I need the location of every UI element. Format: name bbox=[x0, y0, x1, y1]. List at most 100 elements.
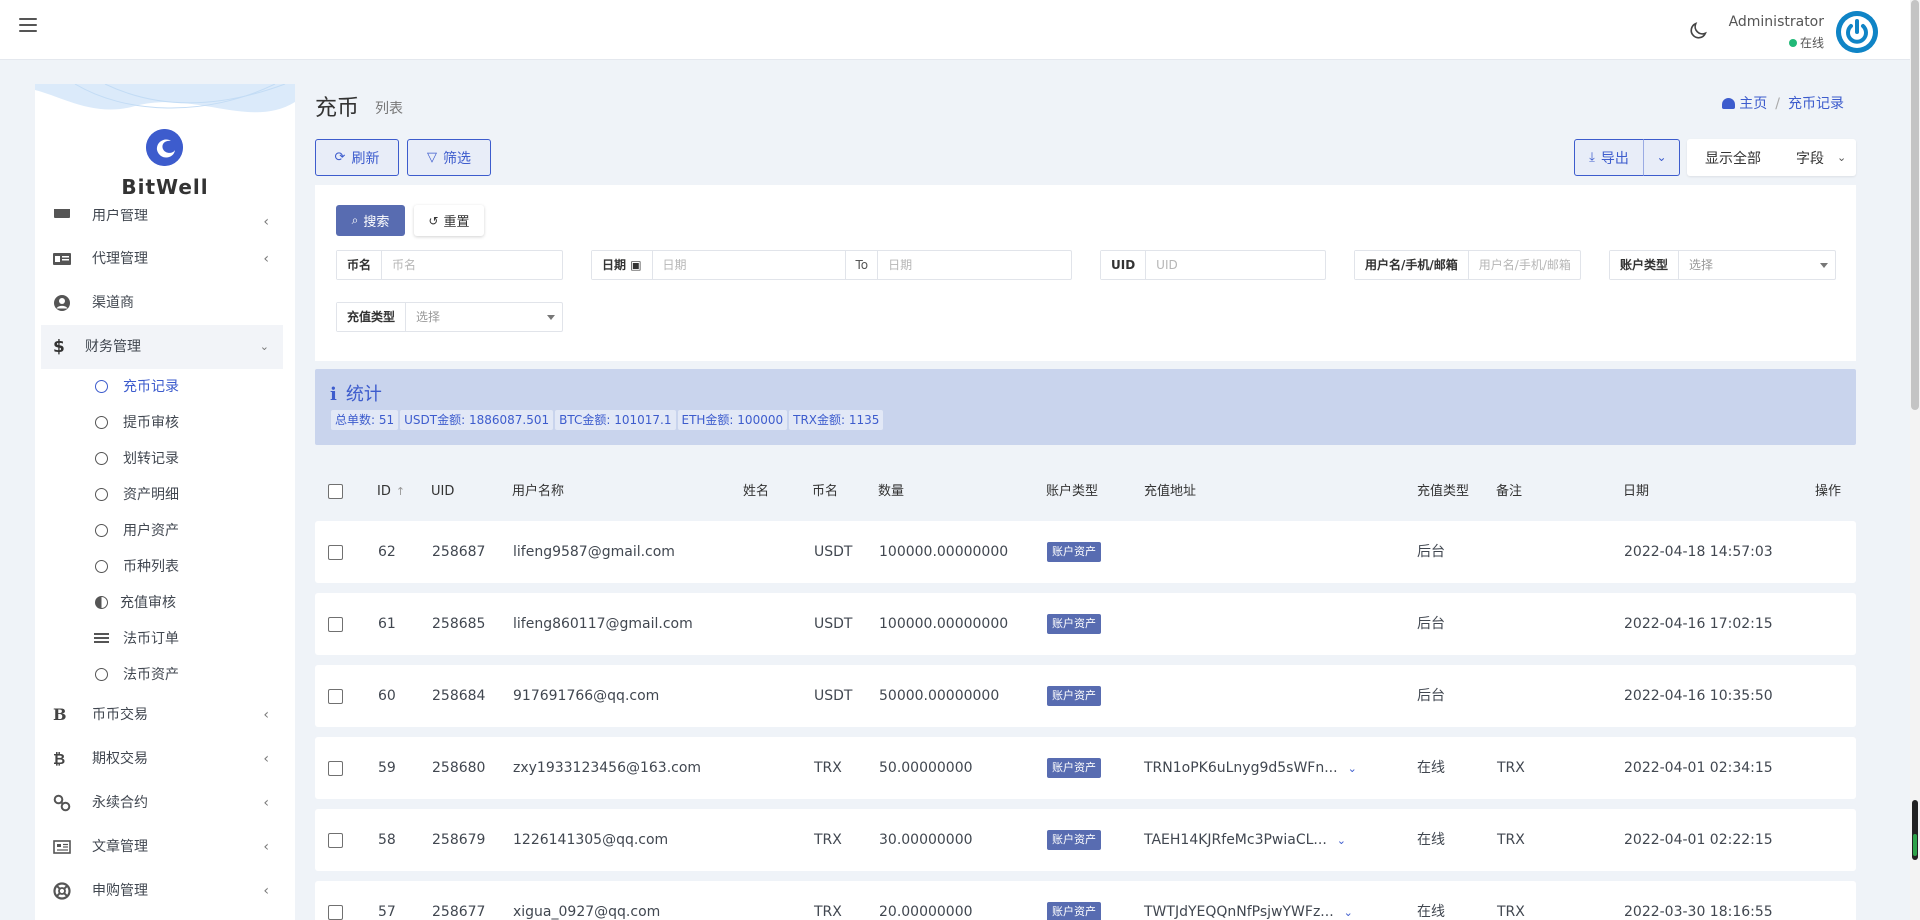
search-icon: ⌕ bbox=[351, 213, 359, 227]
sidebar-subitem-coin-list[interactable]: 币种列表 bbox=[41, 549, 283, 585]
account-type-badge: 账户资产 bbox=[1047, 614, 1101, 634]
cell-username: xigua_0927@qq.com bbox=[513, 904, 661, 920]
cell-account-type: 账户资产 bbox=[1047, 737, 1101, 799]
circle-icon bbox=[95, 524, 108, 537]
chevron-left-icon: ‹ bbox=[263, 707, 269, 723]
column-selector[interactable]: 显示全部 字段 ⌄ bbox=[1687, 139, 1856, 176]
avatar[interactable] bbox=[1836, 11, 1878, 53]
stat-eth-amount: ETH金额: 100000 bbox=[677, 410, 788, 430]
column-header-account-type: 账户类型 bbox=[1046, 484, 1099, 499]
newspaper-icon bbox=[53, 840, 71, 854]
cell-coin: USDT bbox=[814, 616, 853, 632]
sidebar-subitem-user-assets[interactable]: 用户资产 bbox=[41, 513, 283, 549]
expand-icon[interactable]: ⌄ bbox=[1344, 906, 1353, 919]
circle-icon bbox=[95, 668, 108, 681]
sidebar-subitem-asset-details[interactable]: 资产明细 bbox=[41, 477, 283, 513]
account-type-select[interactable]: 选择 bbox=[1679, 251, 1835, 279]
date-from-input[interactable] bbox=[652, 251, 846, 279]
user-circle-icon bbox=[54, 295, 70, 311]
user-input[interactable] bbox=[1468, 251, 1580, 279]
sidebar-item-agents[interactable]: 代理管理 ‹ bbox=[41, 237, 283, 281]
expand-icon[interactable]: ⌄ bbox=[1348, 762, 1357, 775]
sidebar-subitem-transfers[interactable]: 划转记录 bbox=[41, 441, 283, 477]
column-header-name: 姓名 bbox=[743, 484, 770, 499]
cell-recharge-type: 后台 bbox=[1417, 544, 1445, 560]
chevron-down-icon: ⌄ bbox=[1837, 151, 1847, 164]
sidebar-item-articles[interactable]: 文章管理 ‹ bbox=[41, 825, 283, 869]
sidebar-subitem-deposits[interactable]: 充币记录 bbox=[41, 369, 283, 405]
sidebar-subitem-withdraw-review[interactable]: 提币审核 bbox=[41, 405, 283, 441]
cell-amount: 50.00000000 bbox=[879, 760, 973, 776]
sidebar-subitem-fiat-assets[interactable]: 法币资产 bbox=[41, 657, 283, 693]
cell-coin: TRX bbox=[814, 832, 842, 848]
uid-input[interactable] bbox=[1146, 251, 1325, 279]
circle-icon bbox=[95, 488, 108, 501]
sidebar-item-options[interactable]: ₿ 期权交易 ‹ bbox=[41, 737, 283, 781]
sort-icon[interactable]: ↑ bbox=[396, 485, 405, 498]
sidebar-item-users[interactable]: 用户管理 ‹ bbox=[41, 209, 283, 237]
sidebar-item-channels[interactable]: 渠道商 bbox=[41, 281, 283, 325]
cell-uid: 258677 bbox=[432, 904, 486, 920]
coin-input[interactable] bbox=[382, 251, 562, 279]
cell-remark: TRX bbox=[1497, 832, 1525, 848]
row-checkbox[interactable] bbox=[328, 617, 343, 632]
dark-mode-icon[interactable] bbox=[1687, 20, 1709, 42]
reset-button[interactable]: ↺ 重置 bbox=[414, 205, 484, 236]
cell-uid: 258684 bbox=[432, 688, 486, 704]
export-dropdown-toggle[interactable]: ⌄ bbox=[1643, 139, 1680, 176]
row-checkbox[interactable] bbox=[328, 545, 343, 560]
date-to-input[interactable] bbox=[878, 251, 1071, 279]
refresh-button[interactable]: ⟳ 刷新 bbox=[315, 139, 399, 176]
statistics-panel: i 统计 总单数: 51 USDT金额: 1886087.501 BTC金额: 1… bbox=[315, 369, 1856, 445]
admin-name[interactable]: Administrator bbox=[1729, 14, 1824, 30]
recharge-type-filter: 充值类型 选择 bbox=[336, 302, 563, 332]
cell-recharge-type: 在线 bbox=[1417, 760, 1445, 776]
column-header-id[interactable]: ID ↑ bbox=[377, 475, 405, 509]
column-header-uid: UID bbox=[431, 484, 455, 499]
cell-remark: TRX bbox=[1497, 760, 1525, 776]
table-row: 57 258677 xigua_0927@qq.com TRX 20.00000… bbox=[315, 881, 1856, 920]
cell-coin: USDT bbox=[814, 544, 853, 560]
scrollbar-thumb[interactable] bbox=[1911, 0, 1919, 410]
sidebar-menu: 用户管理 ‹ 代理管理 ‹ 渠道商 $ 财务管理 ⌄ 充币记录 提币审核 划转记… bbox=[41, 209, 283, 913]
sidebar-item-perpetual[interactable]: 永续合约 ‹ bbox=[41, 781, 283, 825]
cell-remark: TRX bbox=[1497, 904, 1525, 920]
show-all-option[interactable]: 显示全部 bbox=[1705, 148, 1761, 168]
uid-filter-label: UID bbox=[1101, 251, 1147, 279]
cell-id: 58 bbox=[378, 832, 396, 848]
breadcrumb-home[interactable]: 主页 bbox=[1739, 96, 1767, 112]
search-button[interactable]: ⌕ 搜索 bbox=[336, 205, 405, 236]
table-header: ID ↑ UID 用户名称 姓名 币名 数量 账户类型 充值地址 充值类型 备注 … bbox=[315, 475, 1856, 509]
cell-amount: 100000.00000000 bbox=[879, 616, 1009, 632]
recharge-type-label: 充值类型 bbox=[337, 303, 407, 331]
filter-button[interactable]: ▽ 筛选 bbox=[407, 139, 491, 176]
fields-dropdown[interactable]: 字段 bbox=[1796, 148, 1824, 168]
sidebar-item-spot-trading[interactable]: B 币币交易 ‹ bbox=[41, 693, 283, 737]
row-checkbox[interactable] bbox=[328, 761, 343, 776]
cell-username: lifeng9587@gmail.com bbox=[513, 544, 675, 560]
recharge-type-select[interactable]: 选择 bbox=[406, 303, 562, 331]
expand-icon[interactable]: ⌄ bbox=[1337, 834, 1346, 847]
stat-trx-amount: TRX金额: 1135 bbox=[789, 410, 884, 430]
cell-date: 2022-04-16 10:35:50 bbox=[1624, 688, 1773, 704]
account-type-badge: 账户资产 bbox=[1047, 542, 1101, 562]
cell-account-type: 账户资产 bbox=[1047, 521, 1101, 583]
row-checkbox[interactable] bbox=[328, 833, 343, 848]
stat-total-orders: 总单数: 51 bbox=[331, 410, 399, 430]
top-navbar: Administrator 在线 bbox=[0, 0, 1910, 60]
cell-address: TWTJdYEQQnNfPsjwYWFz... ⌄ bbox=[1144, 904, 1353, 920]
row-checkbox[interactable] bbox=[328, 689, 343, 704]
sidebar-item-finance[interactable]: $ 财务管理 ⌄ bbox=[41, 325, 283, 369]
sidebar-subitem-recharge-review[interactable]: 充值审核 bbox=[41, 585, 283, 621]
row-checkbox[interactable] bbox=[328, 905, 343, 920]
menu-toggle-icon[interactable] bbox=[19, 18, 37, 34]
account-type-badge: 账户资产 bbox=[1047, 830, 1101, 850]
select-all-checkbox[interactable] bbox=[328, 484, 343, 499]
breadcrumb-current[interactable]: 充币记录 bbox=[1788, 96, 1844, 112]
bars-icon bbox=[94, 633, 109, 645]
sidebar-item-subscriptions[interactable]: 申购管理 ‹ bbox=[41, 869, 283, 913]
stat-btc-amount: BTC金额: 101017.1 bbox=[555, 410, 676, 430]
sidebar-subitem-fiat-orders[interactable]: 法币订单 bbox=[41, 621, 283, 657]
brand-name: BitWell bbox=[121, 175, 209, 199]
export-button[interactable]: ⤓ 导出 bbox=[1574, 139, 1644, 176]
